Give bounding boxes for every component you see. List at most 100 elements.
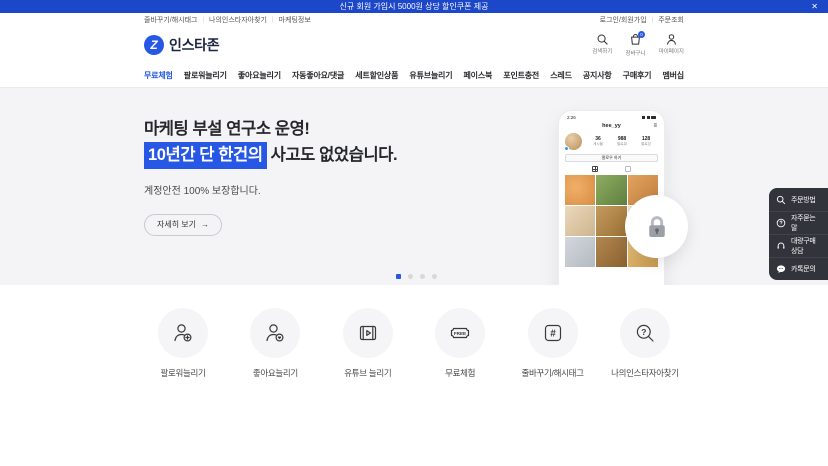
phone-username: hee_yy — [602, 123, 621, 129]
link-order-lookup[interactable]: 주문조회 — [658, 15, 684, 25]
carousel-dot-4[interactable] — [432, 274, 437, 279]
carousel-dot-3[interactable] — [420, 274, 425, 279]
svg-text:#: # — [550, 329, 556, 340]
quick-menu-label: 카톡문의 — [791, 264, 816, 274]
quick-menu: 주문방법 자주묻는말 대량구매상담 카톡문의 — [769, 188, 828, 280]
link-marketing-info[interactable]: 마케팅정보 — [279, 15, 311, 25]
hamburger-menu-icon: ≡ — [653, 124, 657, 129]
carousel-dot-2[interactable] — [408, 274, 413, 279]
lock-icon — [642, 212, 672, 242]
photo-tile — [565, 175, 595, 205]
feature-followers[interactable]: 팔로워늘리기 — [144, 308, 222, 379]
avatar — [565, 133, 582, 150]
phone-time: 2:26 — [567, 115, 576, 120]
feature-label: 무료체험 — [445, 367, 475, 379]
stat-value: 36 — [593, 136, 603, 142]
photo-tile — [565, 206, 595, 236]
hero-detail-label: 자세히 보기 — [157, 219, 196, 230]
cart-button[interactable]: 0 장바구니 — [625, 33, 645, 57]
quick-menu-faq[interactable]: 자주묻는말 — [769, 211, 828, 234]
user-plus-icon — [171, 321, 195, 345]
wifi-icon — [647, 116, 650, 119]
close-icon[interactable]: ✕ — [811, 0, 818, 13]
hero-detail-button[interactable]: 자세히 보기 → — [144, 214, 222, 236]
divider: | — [272, 17, 274, 23]
link-login-signup[interactable]: 로그인/회원가입 — [600, 15, 647, 25]
main-nav: 무료체험 팔로워늘리기 좋아요늘리기 자동좋아요/댓글 세트할인상품 유튜브늘리… — [0, 63, 828, 88]
feature-free-trial[interactable]: FREE 무료체험 — [421, 308, 499, 379]
feature-youtube[interactable]: 유튜브 늘리기 — [329, 308, 407, 379]
brand-name: 인스타존 — [169, 35, 219, 55]
stat-label: 팔로워 — [617, 142, 627, 147]
utility-bar: 줄바꾸기/해시태그 | 나의인스타자아찾기 | 마케팅정보 로그인/회원가입 |… — [0, 13, 828, 27]
feature-likes[interactable]: 좋아요늘리기 — [236, 308, 314, 379]
user-icon — [665, 33, 678, 46]
feature-linebreak-hashtag[interactable]: # 줄바꾸기/해시태그 — [514, 308, 592, 379]
feature-label: 유튜브 늘리기 — [344, 367, 391, 379]
header-actions: 검색하기 0 장바구니 마이페이지 — [592, 33, 684, 57]
action-label: 검색하기 — [592, 47, 612, 55]
nav-likes[interactable]: 좋아요늘리기 — [238, 70, 281, 81]
photo-tile — [596, 206, 626, 236]
hero-title-highlight: 10년간 단 한건의 — [144, 142, 267, 169]
stat-value: 128 — [641, 136, 651, 142]
stat-label: 팔로잉 — [641, 142, 651, 147]
video-icon — [356, 321, 380, 345]
feature-circle — [158, 308, 208, 358]
action-label: 마이페이지 — [659, 47, 684, 55]
hero-title-rest: 사고도 없었습니다. — [271, 146, 398, 164]
quick-menu-label: 대량구매상담 — [791, 236, 821, 256]
link-linebreak-hashtag[interactable]: 줄바꾸기/해시태그 — [144, 15, 197, 25]
action-label: 장바구니 — [625, 49, 645, 57]
nav-set-deals[interactable]: 세트할인상품 — [355, 70, 398, 81]
stat-followers: 988 팔로워 — [617, 136, 627, 148]
nav-threads[interactable]: 스레드 — [550, 70, 571, 81]
quick-menu-order-guide[interactable]: 주문방법 — [769, 188, 828, 211]
stat-value: 988 — [617, 136, 627, 142]
brand-logo[interactable]: Z 인스타존 — [144, 35, 219, 55]
feature-find-insta-self[interactable]: ? 나의인스타자아찾기 — [606, 308, 684, 379]
carousel-dot-1[interactable] — [396, 274, 401, 279]
feature-shortcuts: 팔로워늘리기 좋아요늘리기 유튜브 늘리기 — [0, 285, 828, 379]
phone-tabs — [565, 166, 658, 172]
carousel-dots — [396, 274, 437, 279]
nav-notice[interactable]: 공지사항 — [583, 70, 612, 81]
utility-left-links: 줄바꾸기/해시태그 | 나의인스타자아찾기 | 마케팅정보 — [144, 15, 311, 25]
link-find-insta-self[interactable]: 나의인스타자아찾기 — [209, 15, 267, 25]
question-icon — [776, 218, 786, 228]
arrow-right-icon: → — [201, 220, 209, 229]
nav-followers[interactable]: 팔로워늘리기 — [184, 70, 227, 81]
phone-status-icons — [642, 116, 656, 119]
hero-banner: 마케팅 부설 연구소 운영! 10년간 단 한건의사고도 없었습니다. 계정안전… — [0, 88, 828, 285]
signal-icon — [642, 116, 645, 119]
mypage-button[interactable]: 마이페이지 — [659, 33, 684, 57]
stat-label: 게시물 — [593, 142, 603, 147]
quick-menu-kakao-contact[interactable]: 카톡문의 — [769, 257, 828, 280]
feature-label: 나의인스타자아찾기 — [611, 367, 679, 379]
svg-text:FREE: FREE — [454, 331, 466, 336]
utility-right-links: 로그인/회원가입 | 주문조회 — [600, 15, 684, 25]
phone-profile-header: hee_yy ≡ — [565, 123, 658, 129]
nav-youtube[interactable]: 유튜브늘리기 — [409, 70, 452, 81]
feature-circle: ? — [620, 308, 670, 358]
hashtag-icon: # — [541, 321, 565, 345]
nav-auto-like-comment[interactable]: 자동좋아요/댓글 — [292, 70, 344, 81]
headset-icon — [776, 241, 786, 251]
svg-text:?: ? — [641, 327, 646, 337]
feature-circle — [250, 308, 300, 358]
quick-menu-bulk-consult[interactable]: 대량구매상담 — [769, 234, 828, 257]
nav-facebook[interactable]: 페이스북 — [464, 70, 493, 81]
nav-reviews[interactable]: 구매후기 — [623, 70, 652, 81]
search-icon — [776, 195, 786, 205]
user-heart-icon — [263, 321, 287, 345]
nav-membership[interactable]: 멤버십 — [662, 70, 683, 81]
feature-circle: FREE — [435, 308, 485, 358]
search-button[interactable]: 검색하기 — [592, 33, 612, 57]
search-icon — [596, 33, 609, 46]
quick-menu-label: 주문방법 — [791, 195, 816, 205]
stat-following: 128 팔로잉 — [641, 136, 651, 148]
nav-free-trial[interactable]: 무료체험 — [144, 70, 173, 81]
phone-profile-row: 36 게시물 988 팔로워 128 팔로잉 — [565, 133, 658, 150]
phone-status-bar: 2:26 — [565, 115, 658, 120]
nav-point-charge[interactable]: 포인트충전 — [503, 70, 539, 81]
